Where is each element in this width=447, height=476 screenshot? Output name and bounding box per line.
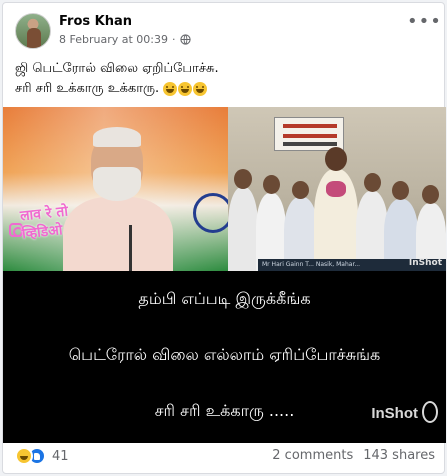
grinning-emoji-icon bbox=[178, 81, 193, 96]
post-text-line1: ஜி பெட்ரோல் விலை ஏறிப்போச்சு. bbox=[15, 61, 219, 76]
post-card: Fros Khan 8 February at 00:39 · ••• ஜி ப… bbox=[2, 2, 446, 474]
crowd-head bbox=[292, 181, 309, 199]
folded-hands bbox=[326, 181, 346, 197]
post-meta: 8 February at 00:39 · bbox=[59, 33, 191, 46]
post-stats: 2 comments 143 shares bbox=[272, 448, 435, 463]
speaker-figure bbox=[63, 121, 173, 271]
inshot-small-watermark: InShot bbox=[408, 258, 442, 268]
crowd-head bbox=[364, 173, 381, 192]
crowd-head bbox=[263, 175, 280, 194]
post-footer: 41 2 comments 143 shares bbox=[15, 447, 435, 467]
meta-separator: · bbox=[172, 33, 176, 46]
haha-icon bbox=[15, 447, 33, 465]
flag-chakra-icon bbox=[193, 193, 228, 233]
post-text-line2-text: சரி சரி உக்காரு உக்காரு. bbox=[15, 81, 160, 96]
more-options-icon[interactable]: ••• bbox=[407, 13, 441, 35]
comments-count[interactable]: 2 comments bbox=[272, 448, 353, 463]
emoji-row bbox=[163, 81, 208, 96]
caption-line2: பெட்ரோல் விலை எல்லாம் ஏரிப்போச்சுங்க bbox=[68, 345, 381, 364]
author-avatar[interactable] bbox=[15, 13, 51, 49]
shares-count[interactable]: 143 shares bbox=[363, 448, 435, 463]
video-right-panel: Mr Hari Gainn T... Nasik, Mahar... InSho… bbox=[228, 107, 446, 271]
grinning-emoji-icon bbox=[193, 81, 208, 96]
post-text-line2: சரி சரி உக்காரு உக்காரு. bbox=[15, 79, 435, 99]
reactions-summary[interactable]: 41 bbox=[15, 447, 69, 465]
post-timestamp[interactable]: 8 February at 00:39 bbox=[59, 33, 168, 46]
post-video[interactable]: लाव रे तो व्हिडिओ Mr Hari Gainn T... Nas… bbox=[3, 107, 446, 443]
post-text: ஜி பெட்ரோல் விலை ஏறிப்போச்சு. சரி சரி உக… bbox=[15, 59, 435, 99]
post-header: Fros Khan 8 February at 00:39 · ••• bbox=[15, 13, 441, 53]
caption-area: தம்பி எப்படி இருக்கீங்க பெட்ரோல் விலை எல… bbox=[3, 271, 446, 443]
inshot-logo-icon bbox=[422, 401, 438, 423]
author-name[interactable]: Fros Khan bbox=[59, 14, 132, 29]
crowd-head bbox=[422, 185, 439, 204]
crowd-head bbox=[234, 169, 252, 189]
crowd-head bbox=[392, 181, 409, 200]
globe-icon[interactable] bbox=[179, 34, 191, 45]
crowd-person bbox=[228, 187, 258, 271]
left-watermark: लाव रे तो व्हिडिओ bbox=[19, 203, 70, 244]
wall-sign bbox=[274, 117, 344, 151]
grinning-emoji-icon bbox=[163, 81, 178, 96]
reaction-count[interactable]: 41 bbox=[52, 449, 69, 464]
central-person-head bbox=[325, 147, 347, 171]
caption-line1: தம்பி எப்படி இருக்கீங்க bbox=[138, 289, 311, 308]
inshot-watermark: InShot bbox=[371, 405, 418, 422]
video-left-panel: लाव रे तो व्हिडिओ bbox=[3, 107, 228, 271]
microphone-icon bbox=[129, 225, 132, 271]
